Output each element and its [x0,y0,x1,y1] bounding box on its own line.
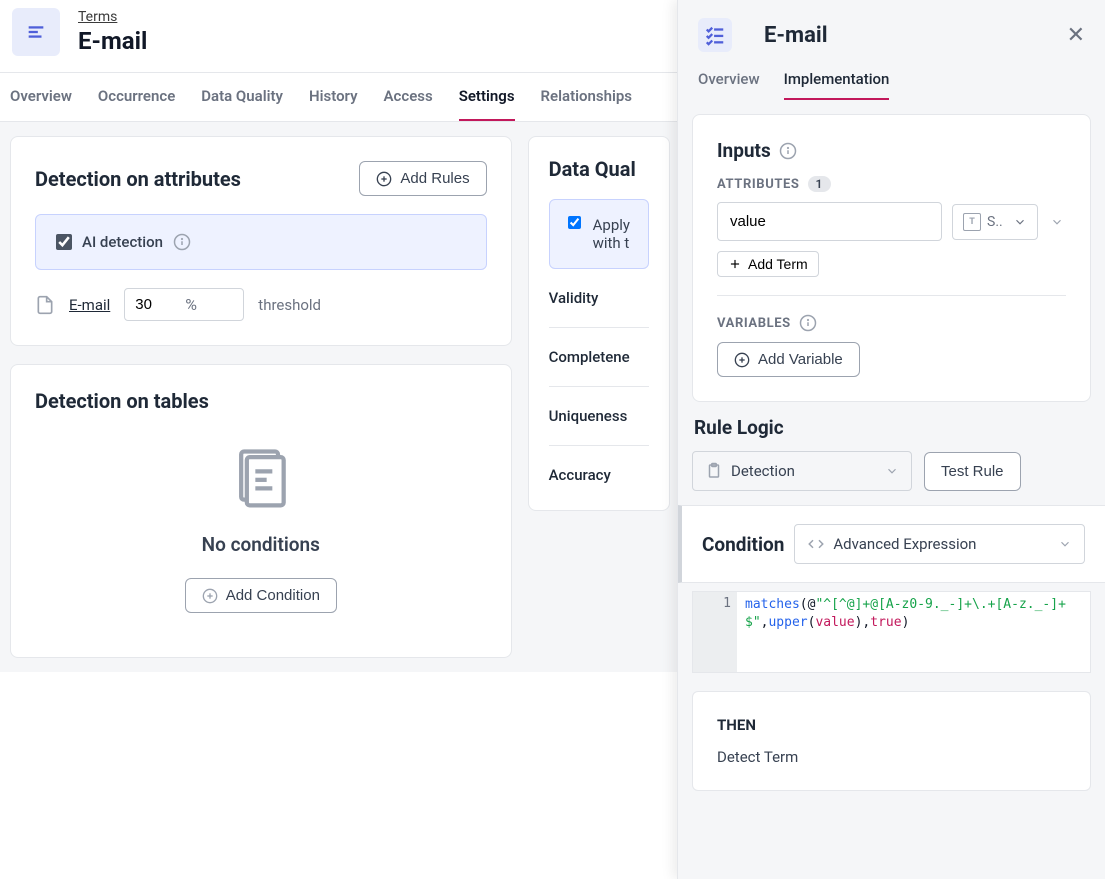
threshold-label: threshold [258,296,321,314]
dq-peek-title: Data Qual [549,157,649,181]
tab-overview[interactable]: Overview [10,73,72,121]
info-icon [799,314,817,332]
sp-tab-overview[interactable]: Overview [698,60,760,100]
condition-mode-select[interactable]: Advanced Expression [794,524,1085,564]
chevron-down-icon [885,464,899,478]
detection-on-tables-card: Detection on tables No conditions Add Co… [10,364,512,658]
threshold-value-field[interactable] [135,296,185,313]
tab-occurrence[interactable]: Occurrence [98,73,175,121]
left-column: Detection on attributes Add Rules AI det… [10,136,512,658]
tab-settings[interactable]: Settings [459,73,515,121]
threshold-input[interactable]: % [124,288,244,321]
apply-label: Apply with t [593,216,630,252]
apply-row: Apply with t [549,199,649,269]
ai-detection-checkbox[interactable] [56,234,72,250]
apply-checkbox[interactable] [568,216,581,229]
attribute-row: T S.. [717,202,1066,241]
code-body[interactable]: matches(@"^[^@]+@[A-z0-9._-]+\.+[A-z._-]… [737,592,1090,672]
line-number: 1 [699,596,731,614]
threshold-unit: % [185,295,197,314]
empty-state: No conditions Add Condition [35,413,487,633]
rule-logic-section: Rule Logic [678,416,1105,439]
add-condition-button[interactable]: Add Condition [185,578,337,613]
main-area: Terms E-mail Overview Occurrence Data Qu… [0,0,680,879]
tab-access[interactable]: Access [384,73,433,121]
threshold-row: E-mail % threshold [35,288,487,321]
gutter: 1 [693,592,737,672]
tab-history[interactable]: History [309,73,358,121]
empty-message: No conditions [202,533,320,556]
term-link[interactable]: E-mail [69,296,110,314]
main-tabs: Overview Occurrence Data Quality History… [0,72,680,122]
content-area: Detection on attributes Add Rules AI det… [0,122,680,672]
code-editor[interactable]: 1 matches(@"^[^@]+@[A-z0-9._-]+\.+[A-z._… [692,591,1091,673]
condition-bar: Condition Advanced Expression [678,505,1105,583]
expand-attribute-button[interactable] [1048,208,1066,236]
rule-logic-title: Rule Logic [692,416,1091,439]
chevron-down-icon [1013,215,1027,229]
term-icon [12,8,60,56]
add-rules-label: Add Rules [400,170,469,187]
inputs-title: Inputs [717,139,1066,162]
detection-tables-title: Detection on tables [35,389,487,413]
add-variable-button[interactable]: Add Variable [717,342,860,377]
rule-type-select[interactable]: Detection [692,451,912,491]
attributes-count-badge: 1 [808,176,831,192]
detection-attributes-title: Detection on attributes [35,167,241,191]
code-icon [807,535,825,553]
sp-tab-implementation[interactable]: Implementation [784,60,890,100]
add-rules-button[interactable]: Add Rules [359,161,486,196]
ai-detection-box: AI detection [35,214,487,270]
attribute-type-select[interactable]: T S.. [952,204,1038,240]
variables-subhead: VARIABLES [717,314,1066,332]
dq-item[interactable]: Accuracy [549,446,649,504]
document-icon [227,443,295,511]
sp-tabs: Overview Implementation [678,60,1105,100]
attribute-name-field[interactable] [717,202,942,241]
doc-icon [35,295,55,315]
clipboard-icon [705,462,723,480]
condition-label: Condition [702,533,784,556]
side-panel: E-mail ✕ Overview Implementation Inputs … [677,0,1105,879]
breadcrumb[interactable]: Terms [78,9,147,25]
close-icon[interactable]: ✕ [1067,23,1085,48]
page-title: E-mail [78,27,147,55]
info-icon [173,233,191,251]
dq-peek-column: Data Qual Apply with t Validity Complete… [528,136,670,658]
then-label: THEN [717,716,1066,734]
divider [717,295,1066,296]
page-header: Terms E-mail [0,0,680,72]
rule-logic-row: Detection Test Rule [678,451,1105,491]
detection-on-attributes-card: Detection on attributes Add Rules AI det… [10,136,512,346]
sp-title: E-mail [764,23,1053,48]
sp-header: E-mail ✕ [678,0,1105,60]
dq-peek-card: Data Qual Apply with t Validity Complete… [528,136,670,511]
dq-item[interactable]: Uniqueness [549,387,649,446]
info-icon [779,142,797,160]
header-text: Terms E-mail [78,9,147,55]
test-rule-button[interactable]: Test Rule [924,452,1021,491]
add-term-button[interactable]: Add Term [717,251,819,277]
checklist-icon [698,18,732,52]
plus-icon [728,257,742,271]
chevron-down-icon [1058,537,1072,551]
inputs-card: Inputs ATTRIBUTES 1 T S.. Add Term VARIA… [692,114,1091,402]
dq-item[interactable]: Completene [549,328,649,387]
add-condition-label: Add Condition [226,587,320,604]
attributes-subhead: ATTRIBUTES 1 [717,176,1066,192]
then-action: Detect Term [717,748,1066,766]
dq-item[interactable]: Validity [549,269,649,328]
tab-relationships[interactable]: Relationships [541,73,633,121]
ai-detection-label: AI detection [82,233,163,251]
tab-data-quality[interactable]: Data Quality [201,73,283,121]
dq-list: Validity Completene Uniqueness Accuracy [549,269,649,504]
text-type-icon: T [963,213,981,231]
then-block: THEN Detect Term [692,691,1091,791]
